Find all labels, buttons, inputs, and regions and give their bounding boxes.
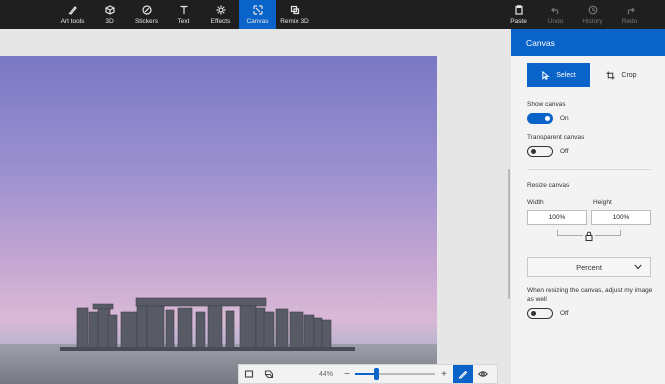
show-canvas-state: On [560, 115, 569, 122]
photo-canvas [0, 56, 437, 384]
zoom-out-button[interactable]: − [339, 369, 355, 380]
layers-icon [264, 370, 274, 379]
sticker-icon [141, 4, 152, 15]
unit-value: Percent [576, 262, 602, 272]
show-canvas-row: On [527, 113, 665, 124]
layers-button[interactable] [259, 365, 279, 383]
tool-text[interactable]: Text [165, 0, 202, 29]
undo-button[interactable]: Undo [537, 0, 574, 29]
lock-icon[interactable] [585, 231, 593, 241]
tool-3d-label: 3D [105, 17, 114, 25]
transparent-canvas-row: Off [527, 146, 665, 157]
select-label: Select [556, 71, 576, 79]
redo-button[interactable]: Redo [611, 0, 648, 29]
tool-art-tools[interactable]: Art tools [54, 0, 91, 29]
undo-label: Undo [547, 17, 564, 25]
undo-icon [550, 7, 558, 14]
tool-effects-label: Effects [210, 17, 231, 25]
vertical-scrollbar[interactable] [508, 169, 510, 299]
fit-screen-icon [244, 370, 254, 378]
redo-label: Redo [621, 17, 638, 25]
transparent-canvas-state: Off [560, 148, 569, 155]
chevron-down-icon [634, 264, 642, 270]
lock-bracket-right [595, 230, 621, 236]
zoom-slider-fill [355, 373, 376, 375]
remix-icon [290, 5, 299, 14]
tool-canvas[interactable]: Canvas [239, 0, 276, 29]
resize-fields: Width Height [527, 199, 665, 225]
unit-dropdown[interactable]: Percent [527, 257, 651, 277]
crop-icon [606, 70, 615, 80]
history-label: History [582, 17, 603, 25]
paste-button[interactable]: Paste [500, 0, 537, 29]
canvas-workspace [0, 29, 511, 384]
panel-divider [527, 169, 651, 170]
width-label: Width [527, 199, 544, 206]
tool-stickers-label: Stickers [134, 17, 159, 25]
tool-remix-3d-label: Remix 3D [280, 17, 309, 25]
fit-screen-button[interactable] [239, 365, 259, 383]
tool-effects[interactable]: Effects [202, 0, 239, 29]
stonehenge-image[interactable] [0, 56, 437, 384]
zoom-slider[interactable] [355, 367, 435, 381]
top-toolbar: Art tools 3D Stickers Text Effects Canva… [0, 0, 665, 29]
width-input[interactable] [527, 210, 587, 225]
tool-remix-3d[interactable]: Remix 3D [276, 0, 313, 29]
zoom-percent: 44% [318, 370, 333, 378]
pen-icon [458, 370, 468, 379]
history-button[interactable]: History [574, 0, 611, 29]
width-column: Width [527, 199, 587, 225]
paste-icon [514, 4, 523, 15]
adjust-image-note: When resizing the canvas, adjust my imag… [527, 287, 653, 303]
tool-canvas-label: Canvas [246, 17, 269, 25]
height-column: Height [591, 199, 651, 225]
show-canvas-label: Show canvas [527, 101, 566, 108]
panel-title: Canvas [511, 29, 665, 56]
sun-icon [216, 5, 225, 14]
view-mode-button[interactable] [473, 365, 493, 383]
adjust-image-state: Off [560, 310, 569, 317]
brush-icon [68, 5, 77, 15]
canvas-panel: Canvas Select Crop Show canvas On Transp… [511, 29, 665, 384]
canvas-icon [252, 4, 263, 15]
history-icon [588, 5, 597, 14]
pen-view-button[interactable] [453, 365, 473, 383]
zoom-slider-thumb[interactable] [374, 368, 379, 380]
lock-bracket-left [557, 230, 583, 236]
text-icon [180, 5, 187, 14]
transparent-canvas-toggle[interactable] [527, 146, 553, 157]
adjust-image-toggle[interactable] [527, 308, 553, 319]
tool-art-tools-label: Art tools [60, 17, 85, 25]
select-button[interactable]: Select [527, 63, 590, 87]
transparent-canvas-label: Transparent canvas [527, 134, 585, 141]
show-canvas-toggle[interactable] [527, 113, 553, 124]
eye-icon [478, 371, 488, 377]
adjust-image-row: Off [527, 308, 665, 319]
paste-label: Paste [510, 17, 527, 25]
select-crop-toggle: Select Crop [527, 63, 653, 87]
tool-stickers[interactable]: Stickers [128, 0, 165, 29]
tool-3d[interactable]: 3D [91, 0, 128, 29]
crop-button[interactable]: Crop [590, 63, 653, 87]
cursor-icon [542, 70, 550, 80]
height-input[interactable] [591, 210, 651, 225]
aspect-lock-row [527, 230, 651, 244]
tool-text-label: Text [177, 17, 190, 25]
crop-label: Crop [621, 71, 637, 79]
zoom-in-button[interactable]: + [435, 369, 453, 380]
height-label: Height [593, 199, 612, 206]
zoom-bar: 44% − + [238, 364, 498, 384]
resize-canvas-label: Resize canvas [527, 182, 570, 189]
redo-icon [627, 7, 635, 14]
cube-icon [104, 4, 115, 15]
